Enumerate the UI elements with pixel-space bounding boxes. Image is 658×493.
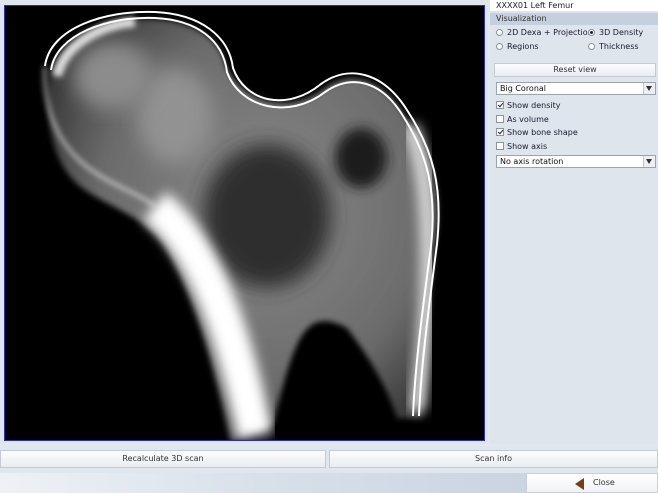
close-label: Close [593,478,615,487]
checkbox-label: Show density [507,100,561,110]
radio-regions[interactable]: Regions [496,41,539,52]
checkbox-as-volume[interactable]: As volume [496,113,549,125]
checkbox[interactable] [496,115,504,123]
checkbox-show-axis[interactable]: Show axis [496,140,547,152]
checkbox[interactable] [496,142,504,150]
checkbox-checked[interactable] [496,101,504,109]
checkbox-label: As volume [507,114,549,124]
rotation-select[interactable]: No axis rotation [496,155,656,168]
panel-title: XXXX01 Left Femur [490,0,658,11]
scan-viewport[interactable] [0,0,488,444]
chevron-down-icon[interactable] [643,156,655,167]
scan-frame[interactable] [4,5,485,441]
checkbox-label: Show bone shape [507,127,578,137]
radio-label: 2D Dexa + Projection [507,28,593,37]
checkbox-show-bone-shape[interactable]: Show bone shape [496,126,578,138]
reset-view-button[interactable]: Reset view [494,63,656,77]
view-select-value: Big Coronal [500,84,547,93]
checkbox-checked[interactable] [496,128,504,136]
rotation-select-value: No axis rotation [500,157,564,166]
checkbox-show-density[interactable]: Show density [496,99,560,111]
view-select[interactable]: Big Coronal [496,82,656,95]
close-button[interactable]: Close [526,473,658,493]
chevron-down-icon[interactable] [643,83,655,94]
section-visualization: Visualization [490,13,658,25]
scan-info-button[interactable]: Scan info [329,450,658,468]
radio-3d-density[interactable]: 3D Density [588,27,643,38]
radio-button-selected[interactable] [588,29,595,36]
femur-density-image [5,6,484,440]
radio-button[interactable] [588,43,595,50]
checkbox-label: Show axis [507,141,548,151]
radio-label: 3D Density [599,28,644,37]
radio-label: Thickness [599,42,639,51]
visualization-panel: XXXX01 Left Femur Visualization 2D Dexa … [490,0,658,444]
back-arrow-icon [575,478,584,490]
radio-2d-dexa[interactable]: 2D Dexa + Projection [496,27,593,38]
radio-label: Regions [507,42,539,51]
radio-thickness[interactable]: Thickness [588,41,639,52]
radio-button[interactable] [496,29,503,36]
recalculate-3d-scan-button[interactable]: Recalculate 3D scan [0,450,326,468]
radio-button[interactable] [496,43,503,50]
